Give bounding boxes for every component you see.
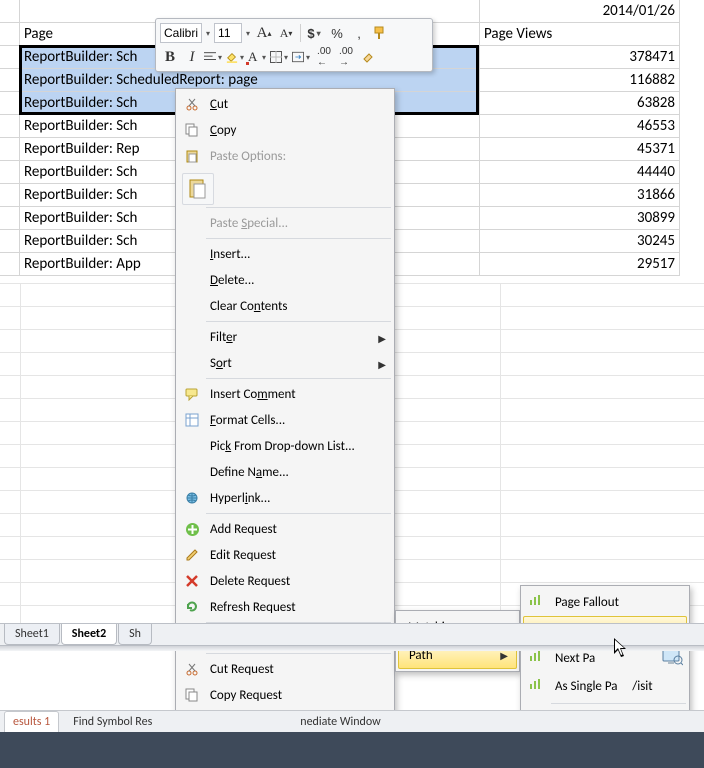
cell-views[interactable]: 30899 — [480, 207, 680, 230]
format-painter-button[interactable] — [371, 23, 391, 43]
menu-insert[interactable]: Insert... — [176, 241, 394, 267]
cell-views[interactable]: 44440 — [480, 161, 680, 184]
cell-views[interactable]: 31866 — [480, 184, 680, 207]
menu-paste-options: Paste Options: — [176, 143, 394, 169]
cell-views[interactable]: 116882 — [480, 69, 680, 92]
menu-cut-request[interactable]: Cut Request — [176, 656, 394, 682]
menu-filter[interactable]: Filter▶ — [176, 324, 394, 350]
menu-format-cells[interactable]: Format Cells... — [176, 407, 394, 433]
menu-hyperlink[interactable]: Hyperlink... — [176, 485, 394, 511]
menu-add-request[interactable]: Add Request — [176, 516, 394, 542]
percent-button[interactable]: % — [327, 23, 347, 43]
copy-icon — [182, 685, 202, 705]
menu-delete-request[interactable]: Delete Request — [176, 568, 394, 594]
panel-tab-immediate[interactable]: nediate Window — [292, 712, 388, 732]
increase-decimal-button[interactable]: .00← — [314, 47, 334, 67]
menu-clear-contents[interactable]: Clear Contents — [176, 293, 394, 319]
submenu-arrow-icon: ▶ — [378, 358, 386, 371]
menu-paste-special: Paste Special... — [176, 210, 394, 236]
panel-tab-find[interactable]: Find Symbol Res — [65, 712, 160, 732]
header-date: 2014/01/26 — [480, 0, 680, 23]
align-button[interactable]: ▾ — [204, 47, 224, 67]
menu-refresh-request[interactable]: Refresh Request — [176, 594, 394, 620]
bars-icon — [529, 650, 547, 668]
font-color-button[interactable]: A ▾ — [248, 47, 268, 67]
merge-button[interactable]: ▾ — [292, 47, 312, 67]
sheet-tab[interactable]: Sh — [118, 624, 152, 645]
cell-views[interactable]: 30245 — [480, 230, 680, 253]
menu-cut[interactable]: Cut — [176, 91, 394, 117]
menu-pick-list[interactable]: Pick From Drop-down List... — [176, 433, 394, 459]
menu-copy-request[interactable]: Copy Request — [176, 682, 394, 708]
plus-icon — [182, 519, 202, 539]
menu-define-name[interactable]: Define Name... — [176, 459, 394, 485]
hyperlink-icon — [182, 488, 202, 508]
copy-icon — [182, 120, 202, 140]
cell-views[interactable]: 29517 — [480, 253, 680, 276]
bold-button[interactable]: B — [160, 47, 180, 67]
submenu-single-page-visit[interactable]: As Single Pa /isit — [521, 672, 689, 700]
font-size-input[interactable]: 11 — [214, 23, 242, 43]
cell-views[interactable]: 46553 — [480, 115, 680, 138]
sheet-tabs: Sheet1 Sheet2 Sh — [0, 623, 704, 645]
sheet-tab-active[interactable]: Sheet2 — [61, 624, 117, 645]
clipboard-icon — [182, 146, 202, 166]
cell-views[interactable]: 45371 — [480, 138, 680, 161]
size-dropdown-icon[interactable]: ▾ — [244, 29, 252, 38]
bars-icon — [529, 594, 547, 612]
row-header — [0, 23, 20, 46]
eraser-button[interactable] — [358, 47, 378, 67]
submenu-page-fallout[interactable]: Page Fallout — [521, 588, 689, 616]
paste-option-button[interactable] — [182, 173, 214, 205]
scissors-icon — [182, 94, 202, 114]
cell-views[interactable]: 63828 — [480, 92, 680, 115]
bars-icon — [529, 678, 547, 696]
panel-tab-results[interactable]: esults 1 — [4, 711, 59, 733]
decrease-decimal-button[interactable]: .00→ — [336, 47, 356, 67]
sheet-tab[interactable]: Sheet1 — [4, 624, 60, 645]
currency-button[interactable]: $▾ — [305, 23, 325, 43]
menu-insert-comment[interactable]: Insert Comment — [176, 381, 394, 407]
font-dropdown-icon[interactable]: ▾ — [204, 29, 212, 38]
comma-button[interactable]: , — [349, 23, 369, 43]
format-cells-icon — [182, 410, 202, 430]
font-name-input[interactable]: Calibri — [160, 23, 202, 43]
scissors-icon — [182, 659, 202, 679]
pencil-icon — [182, 545, 202, 565]
bottom-panel-tabs: esults 1 Find Symbol Res nediate Window — [0, 710, 704, 732]
menu-copy[interactable]: Copy — [176, 117, 394, 143]
menu-sort[interactable]: Sort▶ — [176, 350, 394, 376]
fill-color-button[interactable]: ▾ — [226, 47, 246, 67]
borders-button[interactable]: ▾ — [270, 47, 290, 67]
refresh-icon — [182, 597, 202, 617]
shrink-font-button[interactable]: A▾ — [276, 23, 296, 43]
delete-x-icon — [182, 571, 202, 591]
divider — [0, 645, 704, 651]
status-bar — [0, 732, 704, 768]
italic-button[interactable]: I — [182, 47, 202, 67]
grow-font-button[interactable]: A▴ — [254, 23, 274, 43]
comment-icon — [182, 384, 202, 404]
cell-views[interactable]: 378471 — [480, 46, 680, 69]
col-header-views: Page Views — [480, 23, 680, 46]
submenu-arrow-icon: ▶ — [378, 332, 386, 345]
row-header — [0, 0, 20, 23]
menu-delete[interactable]: Delete... — [176, 267, 394, 293]
mini-toolbar: Calibri ▾ 11 ▾ A▴ A▾ $▾ % , B I ▾ ▾ A ▾ — [155, 18, 433, 72]
menu-edit-request[interactable]: Edit Request — [176, 542, 394, 568]
